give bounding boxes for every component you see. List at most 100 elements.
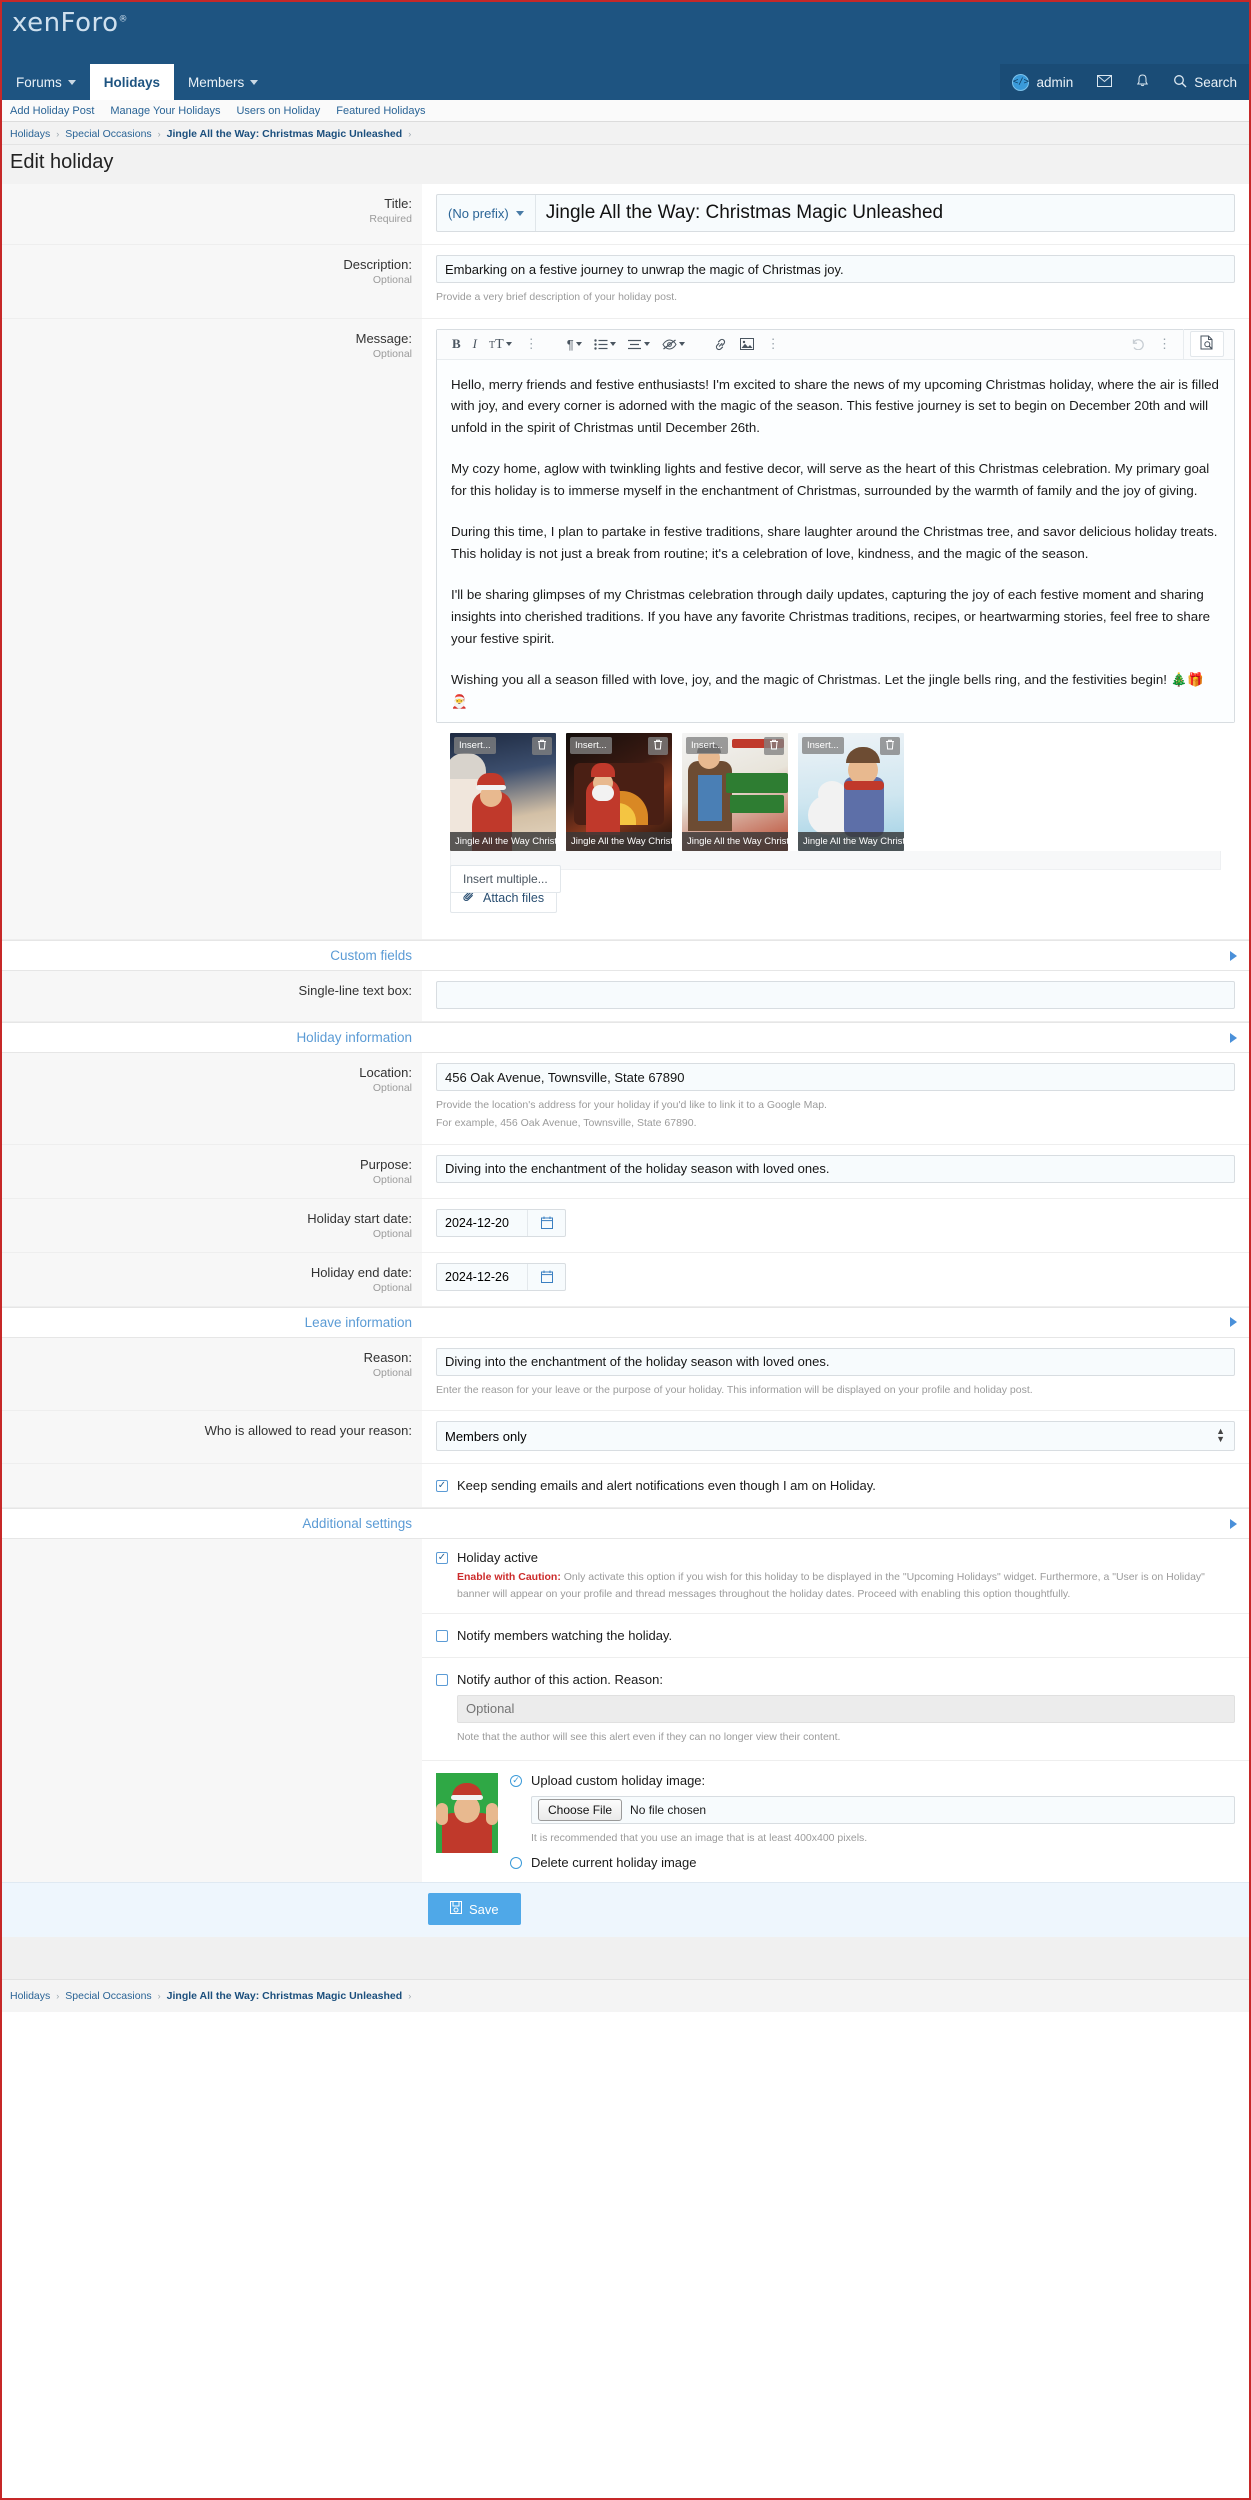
user-menu[interactable]: </> admin [1000, 64, 1085, 100]
alerts-button[interactable] [1124, 64, 1161, 100]
nav-item-forums[interactable]: Forums [2, 64, 90, 100]
holiday-start-date-input[interactable] [437, 1216, 527, 1230]
description-input[interactable] [436, 255, 1235, 283]
breadcrumb-bar: Holidays › Special Occasions › Jingle Al… [2, 122, 1249, 145]
location-hint-2: For example, 456 Oak Avenue, Townsville,… [436, 1116, 1235, 1132]
breadcrumb-item-special-occasions[interactable]: Special Occasions [65, 128, 151, 140]
file-input-bar[interactable]: Choose File No file chosen [531, 1796, 1235, 1824]
editor-more2-icon[interactable]: ⋮ [761, 336, 786, 352]
notify-author-checkbox[interactable] [436, 1674, 448, 1686]
location-hint-1: Provide the location's address for your … [436, 1098, 1235, 1114]
attachment-insert-button[interactable]: Insert... [570, 737, 612, 754]
footer-breadcrumb-item-special-occasions[interactable]: Special Occasions [65, 1990, 151, 2002]
attachment-insert-button[interactable]: Insert... [454, 737, 496, 754]
trash-icon[interactable] [648, 737, 668, 755]
image-icon[interactable] [735, 335, 759, 353]
undo-icon[interactable] [1126, 335, 1150, 353]
chevron-right-icon[interactable] [1230, 1033, 1237, 1043]
page-root: xenForo® Forums Holidays Members </> adm… [0, 0, 1251, 2500]
inbox-button[interactable] [1085, 64, 1124, 100]
editor-more-icon[interactable]: ⋮ [519, 336, 544, 352]
trash-icon[interactable] [532, 737, 552, 755]
attachment-insert-button[interactable]: Insert... [686, 737, 728, 754]
label-holiday-end-date: Holiday end date: Optional [2, 1253, 422, 1306]
editor-toolbar-right: ⋮ [1126, 329, 1224, 359]
site-logo-reg: ® [119, 14, 129, 24]
notify-author-note: Note that the author will see this alert… [457, 1730, 1235, 1746]
purpose-input[interactable] [436, 1155, 1235, 1183]
preview-icon[interactable] [1190, 331, 1224, 357]
who-can-read-select[interactable]: Members only [436, 1421, 1235, 1451]
editor-more3-icon[interactable]: ⋮ [1152, 336, 1177, 352]
label-reason-sub: Optional [2, 1367, 412, 1379]
chevron-right-icon[interactable] [1230, 1317, 1237, 1327]
delete-current-image-radio[interactable] [510, 1857, 522, 1869]
notify-members-checkbox[interactable] [436, 1630, 448, 1642]
chevron-right-icon[interactable] [1230, 1519, 1237, 1529]
calendar-icon[interactable] [527, 1264, 565, 1290]
paragraph-icon[interactable]: ¶ [562, 334, 587, 355]
save-bar: Save [2, 1882, 1249, 1937]
chevron-right-icon[interactable] [1230, 951, 1237, 961]
holiday-active-checkbox[interactable] [436, 1552, 448, 1564]
attachment-insert-button[interactable]: Insert... [802, 737, 844, 754]
subnav-manage-your-holidays[interactable]: Manage Your Holidays [110, 105, 220, 117]
sub-nav: Add Holiday Post Manage Your Holidays Us… [2, 100, 1249, 122]
holiday-active-warning: Enable with Caution: [457, 1571, 561, 1583]
footer-gap [2, 1937, 1249, 1979]
subnav-featured-holidays[interactable]: Featured Holidays [336, 105, 425, 117]
align-icon[interactable] [623, 336, 655, 353]
editor-body[interactable]: Hello, merry friends and festive enthusi… [437, 360, 1234, 722]
attachment-thumb[interactable]: Insert... Jingle All the Way Christ... [450, 733, 556, 851]
section-leave-information[interactable]: Leave information [2, 1307, 1249, 1338]
nav-item-members[interactable]: Members [174, 64, 272, 100]
trash-icon[interactable] [764, 737, 784, 755]
holiday-end-date-input[interactable] [437, 1270, 527, 1284]
site-logo[interactable]: xenForo® [12, 8, 128, 38]
save-button[interactable]: Save [428, 1893, 521, 1925]
notify-author-row: Notify author of this action. Reason: No… [422, 1658, 1249, 1761]
notify-author-reason-input[interactable] [457, 1695, 1235, 1723]
italic-icon[interactable]: I [468, 333, 482, 355]
reason-input[interactable] [436, 1348, 1235, 1376]
section-holiday-information[interactable]: Holiday information [2, 1022, 1249, 1053]
row-additional-options: Holiday active Enable with Caution: Only… [2, 1539, 1249, 1882]
prefix-dropdown[interactable]: (No prefix) [437, 195, 536, 231]
breadcrumb-current[interactable]: Jingle All the Way: Christmas Magic Unle… [167, 128, 403, 140]
attachment-thumb[interactable]: Insert... Jingle All the Way Christ... [682, 733, 788, 851]
section-additional-settings[interactable]: Additional settings [2, 1508, 1249, 1539]
upload-custom-image-radio[interactable] [510, 1775, 522, 1787]
footer-breadcrumb-item-holidays[interactable]: Holidays [10, 1990, 50, 2002]
single-line-text-input[interactable] [436, 981, 1235, 1009]
no-file-chosen-label: No file chosen [630, 1803, 706, 1817]
section-custom-fields-title: Custom fields [2, 948, 422, 963]
subnav-add-holiday-post[interactable]: Add Holiday Post [10, 105, 94, 117]
choose-file-button[interactable]: Choose File [538, 1799, 622, 1821]
list-icon[interactable] [589, 336, 621, 353]
row-single-line-text: Single-line text box: [2, 971, 1249, 1022]
label-reason: Reason: Optional [2, 1338, 422, 1411]
label-single-line-text: Single-line text box: [2, 971, 422, 1021]
search-button[interactable]: Search [1161, 64, 1249, 100]
keep-sending-checkbox[interactable] [436, 1480, 448, 1492]
subnav-users-on-holiday[interactable]: Users on Holiday [236, 105, 320, 117]
control-title: (No prefix) [422, 184, 1249, 244]
calendar-icon[interactable] [527, 1210, 565, 1236]
footer-breadcrumb-current[interactable]: Jingle All the Way: Christmas Magic Unle… [167, 1990, 403, 2002]
font-size-icon[interactable]: TT [484, 333, 517, 356]
breadcrumb-item-holidays[interactable]: Holidays [10, 128, 50, 140]
section-custom-fields[interactable]: Custom fields [2, 940, 1249, 971]
spoiler-hide-icon[interactable] [657, 336, 690, 353]
trash-icon[interactable] [880, 737, 900, 755]
attachment-thumb[interactable]: Insert... Jingle All the Way Christ... [798, 733, 904, 851]
avatar: </> [1012, 74, 1029, 91]
title-input[interactable] [536, 195, 1234, 231]
insert-multiple-button[interactable]: Insert multiple... [450, 865, 561, 893]
attachment-thumb[interactable]: Insert... Jingle All the Way Christ... [566, 733, 672, 851]
nav-item-forums-label: Forums [16, 75, 62, 90]
location-input[interactable] [436, 1063, 1235, 1091]
nav-item-holidays[interactable]: Holidays [90, 64, 174, 100]
bold-icon[interactable]: B [447, 333, 466, 355]
link-icon[interactable] [708, 335, 733, 354]
control-message: B I TT ⋮ ¶ [422, 319, 1249, 939]
